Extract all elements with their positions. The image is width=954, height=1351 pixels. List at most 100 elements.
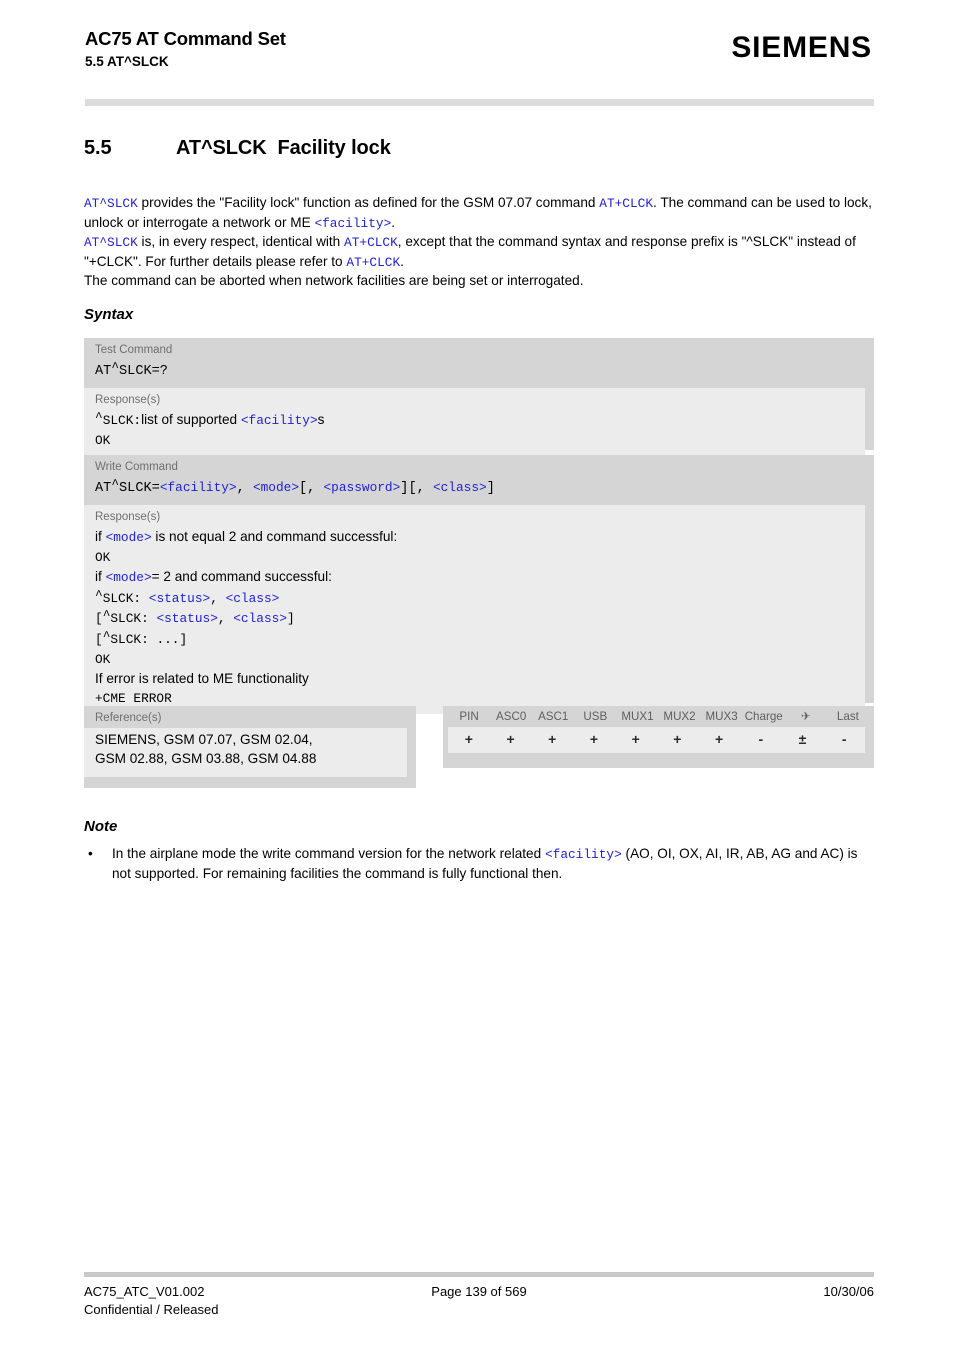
wr6-prefix: SLCK: — [110, 631, 157, 647]
page-footer: AC75_ATC_V01.002 Page 139 of 569 10/30/0… — [84, 1283, 874, 1319]
cap-col-charge: Charge — [744, 710, 783, 723]
wr4-prefix: SLCK: — [102, 590, 149, 606]
facility-param-ref: <facility> — [314, 215, 392, 231]
write-response-label: Response(s) — [95, 511, 161, 523]
write-response-area: Response(s) if <mode> is not equal 2 and… — [84, 505, 865, 715]
write-cmd-caret: ^ — [111, 477, 120, 492]
intro-p2-c: . — [400, 253, 404, 269]
test-resp-suffix: s — [317, 412, 325, 427]
section-title: Facility lock — [277, 137, 391, 159]
section-command: AT^SLCK — [176, 137, 267, 159]
document-page: AC75 AT Command Set 5.5 AT^SLCK SIEMENS … — [0, 0, 954, 1351]
wr4-sep: , — [210, 590, 226, 606]
wr1-param-mode: <mode> — [105, 530, 152, 545]
write-bracket-3: ] — [486, 481, 495, 496]
write-cmd-rest: SLCK= — [119, 481, 160, 496]
cap-val-asc0: + — [506, 731, 515, 747]
intro-p1-c: . — [391, 214, 396, 230]
wr5-open: [ — [95, 611, 103, 627]
intro-paragraph-1: AT^SLCK provides the "Facility lock" fun… — [84, 194, 876, 233]
test-response-area: Response(s) ^SLCK:list of supported <fac… — [84, 388, 865, 457]
bullet-icon: • — [88, 846, 93, 861]
footer-divider — [84, 1272, 874, 1277]
reference-line-1: SIEMENS, GSM 07.07, GSM 02.04, — [95, 732, 313, 747]
write-param-mode: <mode> — [252, 480, 300, 495]
write-param-password: <password> — [323, 480, 401, 495]
reference-line-2: GSM 02.88, GSM 03.88, GSM 04.88 — [95, 751, 317, 767]
intro-paragraph-3: The command can be aborted when network … — [84, 273, 584, 289]
cap-col-mux3: MUX3 — [705, 710, 738, 723]
footer-page-number: Page 139 of 569 — [431, 1284, 527, 1299]
test-resp-param: <facility> — [240, 413, 318, 428]
write-response-line-5: [^SLCK: <status>, <class>] — [95, 608, 854, 629]
cap-val-airplane: ± — [798, 731, 807, 747]
wr5-close: ] — [287, 611, 295, 627]
at-slck-ref-2: AT^SLCK — [84, 235, 138, 251]
write-bracket-1: [, — [299, 481, 324, 496]
cap-val-asc1: + — [548, 731, 557, 747]
test-resp-caret: ^ — [95, 410, 103, 425]
cap-val-mux3: + — [714, 731, 724, 747]
cap-col-pin: PIN — [459, 710, 479, 723]
test-command-label: Test Command — [95, 344, 173, 356]
wr5-param-class: <class> — [233, 611, 288, 627]
write-response-line-4: ^SLCK: <status>, <class> — [95, 588, 854, 609]
reference-box: Reference(s) SIEMENS, GSM 07.07, GSM 02.… — [84, 706, 416, 788]
wr4-caret: ^ — [95, 587, 103, 603]
test-response-ok: OK — [95, 432, 111, 448]
test-resp-text: list of supported — [141, 412, 241, 427]
test-response-line-1: ^SLCK:list of supported <facility>s — [95, 410, 854, 431]
cap-col-mux2: MUX2 — [663, 710, 696, 723]
cap-val-last: - — [841, 731, 847, 747]
note-heading: Note — [84, 818, 118, 835]
page-title: 5.5 AT^SLCK Facility lock — [84, 137, 391, 160]
test-cmd-rest: SLCK=? — [119, 364, 168, 379]
cap-val-charge: - — [758, 731, 764, 747]
test-response-lines: ^SLCK:list of supported <facility>s OK — [84, 410, 865, 450]
write-cmd-prefix: AT — [95, 481, 112, 496]
wr5-param-status: <status> — [156, 611, 218, 627]
cap-val-mux2: + — [673, 731, 682, 747]
wr5-caret: ^ — [102, 608, 111, 624]
capability-table-header: PIN ASC0 ASC1 USB MUX1 MUX2 MUX3 Charge … — [443, 706, 874, 727]
wr3-a: if — [95, 569, 106, 585]
reference-label: Reference(s) — [95, 712, 162, 724]
wr6-dots: ...] — [156, 631, 188, 647]
at-slck-ref: AT^SLCK — [84, 196, 138, 211]
cap-col-usb: USB — [583, 710, 608, 723]
cap-col-asc0: ASC0 — [495, 710, 527, 723]
write-response-ok-1: OK — [95, 549, 111, 565]
intro-text: AT^SLCK provides the "Facility lock" fun… — [84, 194, 876, 291]
footer-line-1: AC75_ATC_V01.002 Page 139 of 569 10/30/0… — [84, 1283, 874, 1301]
test-command-syntax: AT^SLCK=? — [84, 360, 874, 388]
wr3-b: = 2 and command successful: — [151, 569, 332, 585]
test-cmd-caret: ^ — [111, 360, 120, 375]
cap-col-last: Last — [836, 710, 859, 723]
footer-classification: Confidential / Released — [84, 1302, 219, 1317]
write-command-syntax: AT^SLCK=<facility>, <mode>[, <password>]… — [84, 477, 874, 505]
wr5-prefix: SLCK: — [110, 611, 157, 627]
write-param-facility: <facility> — [159, 480, 237, 495]
syntax-heading: Syntax — [84, 306, 134, 323]
cap-val-pin: + — [464, 731, 473, 747]
list-item: • In the airplane mode the write command… — [84, 845, 876, 883]
write-response-lines: if <mode> is not equal 2 and command suc… — [84, 527, 865, 708]
at-clck-ref-2: AT+CLCK — [344, 235, 398, 251]
write-response-line-8: If error is related to ME functionality — [95, 671, 309, 687]
note-body: • In the airplane mode the write command… — [84, 845, 876, 883]
wr6-open: [ — [95, 631, 103, 647]
wr6-caret: ^ — [102, 628, 111, 644]
capability-table-body: + + + + + + + - ± - — [448, 727, 865, 753]
test-resp-prefix: SLCK: — [102, 413, 142, 428]
write-response-ok-2: OK — [95, 651, 111, 667]
cap-col-asc1: ASC1 — [538, 710, 569, 723]
write-response-line-1: if <mode> is not equal 2 and command suc… — [95, 527, 854, 548]
write-param-class: <class> — [432, 480, 487, 495]
write-sep-1: , — [236, 481, 253, 496]
footer-date: 10/30/06 — [823, 1284, 874, 1299]
siemens-logo: SIEMENS — [731, 31, 872, 64]
intro-paragraph-2: AT^SLCK is, in every respect, identical … — [84, 233, 876, 272]
intro-p2-a: is, in every respect, identical with — [137, 234, 345, 250]
wr1-a: if — [95, 529, 106, 544]
table-row: + + + + + + + - ± - — [448, 727, 865, 753]
